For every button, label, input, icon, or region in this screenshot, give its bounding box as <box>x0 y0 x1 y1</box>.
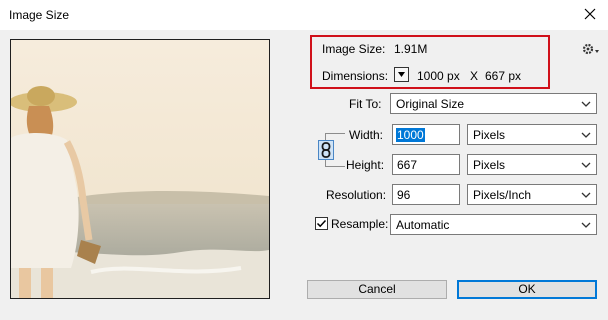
link-bracket-top-arm <box>325 133 345 134</box>
resolution-unit-select[interactable]: Pixels/Inch <box>467 184 597 205</box>
image-size-label: Image Size: <box>322 42 386 56</box>
fit-to-select[interactable]: Original Size <box>390 93 597 114</box>
title-bar: Image Size <box>0 0 608 30</box>
dimensions-label: Dimensions: <box>322 69 389 83</box>
settings-menu-button[interactable] <box>581 42 601 56</box>
chevron-down-icon <box>581 192 591 198</box>
width-unit-value: Pixels <box>473 128 506 142</box>
height-unit-select[interactable]: Pixels <box>467 154 597 175</box>
height-value: 667 <box>397 158 418 172</box>
chevron-down-icon <box>581 222 591 228</box>
close-button[interactable] <box>580 4 600 24</box>
resample-checkbox[interactable] <box>315 217 328 230</box>
width-label: Width: <box>349 128 384 142</box>
ok-button[interactable]: OK <box>457 280 597 299</box>
chain-link-icon <box>321 142 331 158</box>
resolution-input[interactable]: 96 <box>392 184 460 205</box>
dimensions-width-value: 1000 px <box>417 69 460 83</box>
dimensions-height-value: 667 px <box>485 69 522 83</box>
fit-to-label: Fit To: <box>349 97 382 111</box>
resample-label: Resample: <box>331 217 389 231</box>
chevron-down-icon <box>581 132 591 138</box>
dimensions-unit-dropdown[interactable] <box>394 67 409 82</box>
fit-to-value: Original Size <box>396 97 465 111</box>
image-preview[interactable] <box>10 39 270 299</box>
preview-photo <box>11 40 269 298</box>
width-unit-select[interactable]: Pixels <box>467 124 597 145</box>
resolution-unit-value: Pixels/Inch <box>473 188 532 202</box>
height-unit-value: Pixels <box>473 158 506 172</box>
dimensions-separator: X <box>470 69 479 83</box>
cancel-button[interactable]: Cancel <box>307 280 447 299</box>
width-input[interactable]: 1000 <box>392 124 460 145</box>
resample-method-select[interactable]: Automatic <box>390 214 597 235</box>
dialog-title: Image Size <box>9 8 70 22</box>
triangle-down-icon <box>398 72 405 77</box>
resolution-value: 96 <box>397 188 411 202</box>
image-size-value: 1.91M <box>394 42 428 56</box>
width-value: 1000 <box>396 128 425 142</box>
constrain-proportions-toggle[interactable] <box>318 140 334 160</box>
height-input[interactable]: 667 <box>392 154 460 175</box>
link-bracket-bottom-arm <box>325 166 345 167</box>
chevron-down-icon <box>581 101 591 107</box>
height-label: Height: <box>346 158 385 172</box>
checkmark-icon <box>316 219 327 228</box>
close-icon <box>584 8 596 20</box>
resolution-label: Resolution: <box>326 188 387 202</box>
chevron-down-icon <box>581 162 591 168</box>
gear-icon <box>582 43 599 55</box>
resample-method-value: Automatic <box>396 218 450 232</box>
